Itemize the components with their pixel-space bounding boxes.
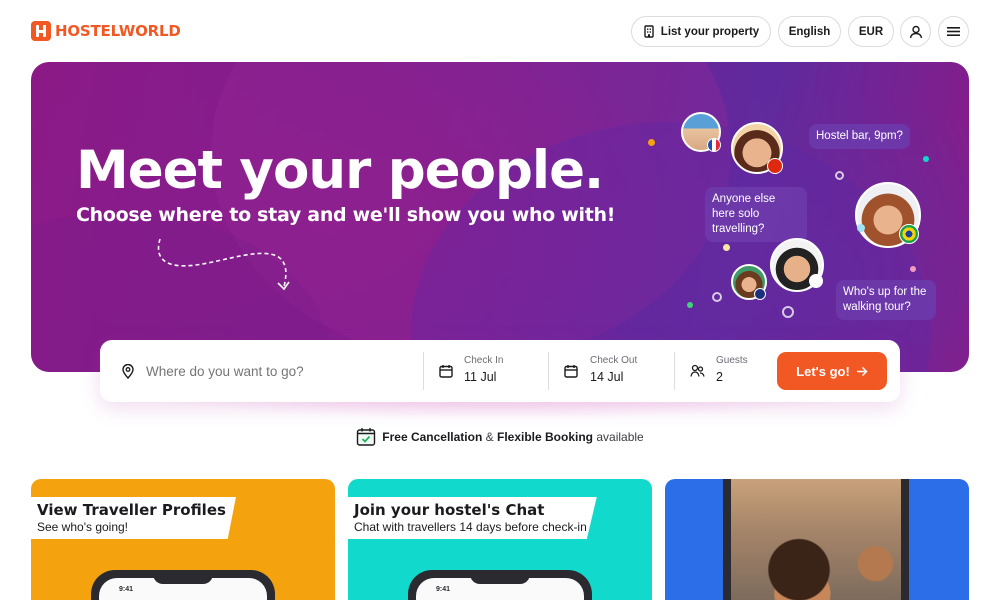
user-icon: [909, 25, 922, 38]
calendar-icon: [439, 365, 453, 378]
hostelworld-logo[interactable]: HOSTELWORLD: [31, 21, 181, 41]
phone-photo-frame: [723, 479, 909, 600]
flexible-booking-text: Flexible Booking: [497, 429, 594, 444]
notice-available-text: available: [596, 429, 644, 444]
notice-and-text: &: [485, 429, 494, 444]
chat-bubble: Who's up for the walking tour?: [836, 280, 936, 320]
feature-card-traveller-profiles[interactable]: View Traveller Profiles See who's going!…: [31, 479, 335, 600]
decorative-dot: [923, 156, 929, 162]
hero-banner: Meet your people. Choose where to stay a…: [31, 62, 969, 372]
decorative-ring: [835, 171, 844, 180]
guests-label: Guests: [716, 355, 748, 366]
card-title: Join your hostel's Chat: [354, 501, 545, 519]
currency-label: EUR: [858, 25, 884, 38]
destination-input[interactable]: [146, 358, 416, 384]
guests-icon: [690, 364, 705, 377]
korea-flag-icon: [809, 274, 823, 288]
chat-bubble: Hostel bar, 9pm?: [809, 124, 910, 149]
currency-button[interactable]: EUR: [848, 16, 894, 47]
checkout-label: Check Out: [590, 355, 638, 366]
decorative-dot: [910, 266, 916, 272]
menu-button[interactable]: [938, 16, 969, 47]
account-button[interactable]: [900, 16, 931, 47]
chat-bubble: Anyone else here solo travelling?: [705, 187, 807, 242]
hostelworld-logo-icon: [31, 21, 51, 41]
card-label: Join your hostel's Chat Chat with travel…: [348, 497, 597, 539]
china-flag-icon: [767, 158, 783, 174]
search-submit-label: Let's go!: [796, 363, 850, 379]
feature-card-hostel-chat[interactable]: Join your hostel's Chat Chat with travel…: [348, 479, 652, 600]
checkin-value: 11 Jul: [464, 370, 497, 384]
calendar-check-icon: [357, 428, 376, 446]
travellers-photo: [731, 479, 901, 600]
brand-name: HOSTELWORLD: [55, 22, 181, 40]
list-property-label: List your property: [660, 25, 760, 38]
header: HOSTELWORLD List your property English E…: [0, 0, 1000, 62]
free-cancellation-text: Free Cancellation: [382, 429, 483, 444]
language-button[interactable]: English: [778, 16, 841, 47]
phone-mockup: 9:41: [408, 570, 592, 600]
search-bar: Check In 11 Jul Check Out 14 Jul Guests …: [100, 340, 900, 402]
hero-subtitle: Choose where to stay and we'll show you …: [76, 204, 616, 226]
brazil-flag-icon: [899, 224, 919, 244]
menu-icon: [947, 27, 960, 36]
france-flag-icon: [707, 138, 721, 152]
card-subtitle: See who's going!: [37, 520, 129, 534]
checkin-field[interactable]: Check In 11 Jul: [424, 340, 548, 402]
phone-time: 9:41: [436, 586, 451, 593]
decorative-dot: [687, 302, 693, 308]
guests-field[interactable]: Guests 2: [675, 340, 775, 402]
checkin-label: Check In: [464, 355, 504, 366]
decorative-ring: [712, 292, 722, 302]
search-submit-button[interactable]: Let's go!: [777, 352, 887, 390]
cancellation-notice: Free Cancellation & Flexible Booking ava…: [0, 427, 1000, 446]
arrow-right-icon: [856, 366, 868, 376]
decorative-dot: [648, 139, 655, 146]
card-label: View Traveller Profiles See who's going!: [31, 497, 236, 539]
phone-time: 9:41: [119, 586, 134, 593]
decorative-dot: [857, 224, 865, 232]
calendar-icon: [564, 365, 578, 378]
decorative-dot: [723, 244, 730, 251]
list-property-button[interactable]: List your property: [631, 16, 771, 47]
checkout-field[interactable]: Check Out 14 Jul: [549, 340, 674, 402]
phone-notch: [153, 570, 213, 584]
australia-flag-icon: [754, 288, 766, 300]
card-title: View Traveller Profiles: [37, 501, 226, 519]
phone-notch: [470, 570, 530, 584]
card-subtitle: Chat with travellers 14 days before chec…: [354, 520, 587, 534]
hero-title: Meet your people.: [76, 140, 604, 201]
dashed-arrow-decoration: [157, 238, 290, 291]
feature-card-travellers-photo[interactable]: [665, 479, 969, 600]
notice-text: Free Cancellation & Flexible Booking ava…: [382, 430, 643, 444]
location-pin-icon: [122, 364, 134, 379]
checkout-value: 14 Jul: [590, 370, 624, 384]
building-icon: [644, 25, 654, 38]
language-label: English: [788, 25, 831, 38]
guests-value: 2: [716, 370, 723, 384]
phone-mockup: 9:41: [91, 570, 275, 600]
decorative-ring: [782, 306, 794, 318]
